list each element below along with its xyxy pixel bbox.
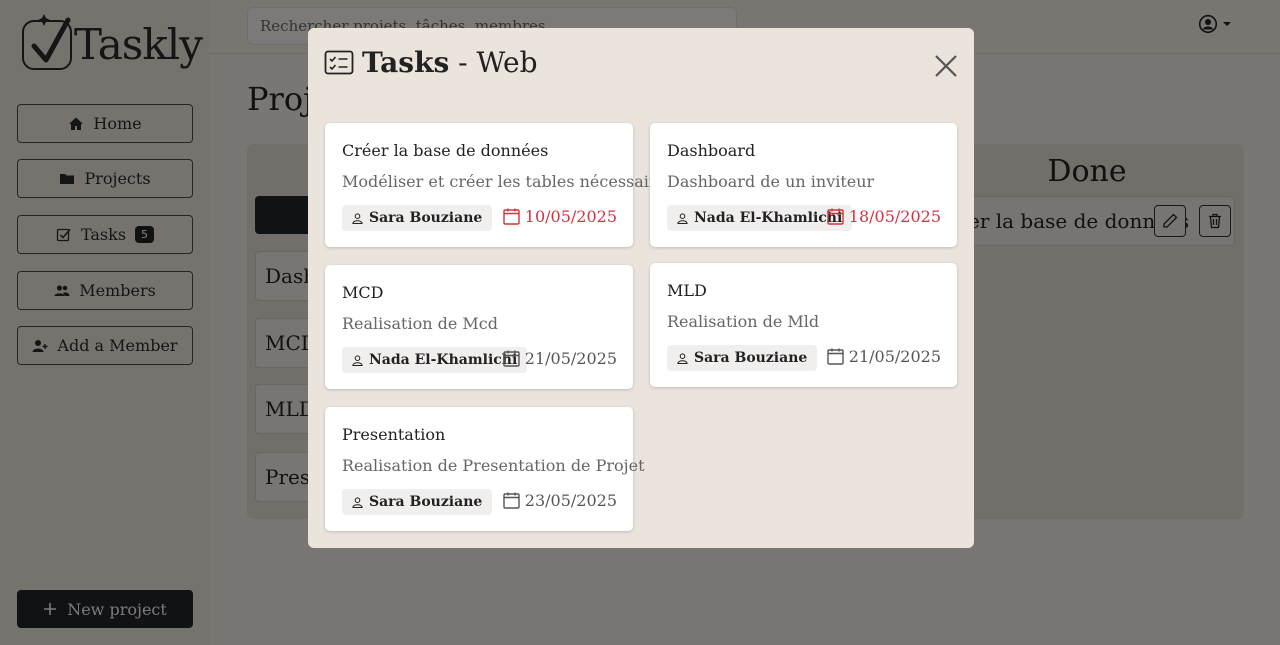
modal-title: Tasks - Web [362, 46, 538, 79]
modal-title-bold: Tasks [362, 46, 450, 79]
task-due-date: 18/05/2025 [827, 207, 941, 226]
task-description: Realisation de Mcd [342, 314, 498, 333]
task-due-date: 21/05/2025 [503, 349, 617, 368]
assignee-name: Sara Bouziane [694, 350, 808, 366]
task-assignee: Sara Bouziane [667, 345, 818, 371]
task-assignee: Nada El-Khamlichi [667, 205, 853, 231]
task-title: Dashboard [667, 141, 756, 160]
assignee-name: Sara Bouziane [369, 494, 483, 510]
assignee-name: Nada El-Khamlichi [694, 210, 843, 226]
person-icon [352, 354, 363, 366]
task-due-date: 21/05/2025 [827, 347, 941, 366]
calendar-icon [827, 208, 844, 225]
task-card[interactable]: Presentation Realisation de Presentation… [325, 407, 645, 531]
task-title: Créer la base de données [342, 141, 549, 160]
task-title: MLD [667, 281, 707, 300]
task-card[interactable]: MLD Realisation de Mld Sara Bouziane 21/… [650, 263, 957, 387]
calendar-icon [827, 348, 844, 365]
person-icon [677, 212, 688, 224]
task-card[interactable]: MCD Realisation de Mcd Nada El-Khamlichi… [325, 265, 633, 389]
person-icon [352, 496, 363, 508]
task-card[interactable]: Dashboard Dashboard de un inviteur Nada … [650, 123, 957, 247]
tasks-modal: Tasks - Web Créer la base de données Mod… [308, 28, 974, 548]
assignee-name: Sara Bouziane [369, 210, 483, 226]
close-icon[interactable] [932, 52, 960, 80]
due-date-text: 21/05/2025 [524, 349, 617, 368]
due-date-text: 10/05/2025 [524, 207, 617, 226]
task-card[interactable]: Créer la base de données Modéliser et cr… [325, 123, 679, 247]
task-description: Realisation de Presentation de Projet [342, 456, 645, 475]
task-description: Dashboard de un inviteur [667, 172, 875, 191]
task-assignee: Sara Bouziane [342, 205, 493, 231]
task-due-date: 23/05/2025 [503, 491, 617, 510]
calendar-icon [503, 350, 520, 367]
calendar-icon [503, 208, 520, 225]
due-date-text: 23/05/2025 [524, 491, 617, 510]
calendar-icon [503, 492, 520, 509]
modal-header: Tasks - Web [324, 46, 538, 79]
task-description: Realisation de Mld [667, 312, 820, 331]
task-title: Presentation [342, 425, 446, 444]
task-description: Modéliser et créer les tables nécessaire… [342, 172, 680, 191]
assignee-name: Nada El-Khamlichi [369, 352, 518, 368]
due-date-text: 21/05/2025 [848, 347, 941, 366]
modal-title-rest: - Web [449, 46, 538, 79]
task-assignee: Nada El-Khamlichi [342, 347, 528, 373]
person-icon [352, 212, 363, 224]
checklist-icon [324, 50, 354, 74]
task-title: MCD [342, 283, 384, 302]
due-date-text: 18/05/2025 [848, 207, 941, 226]
task-due-date: 10/05/2025 [503, 207, 617, 226]
task-assignee: Sara Bouziane [342, 489, 493, 515]
person-icon [677, 352, 688, 364]
